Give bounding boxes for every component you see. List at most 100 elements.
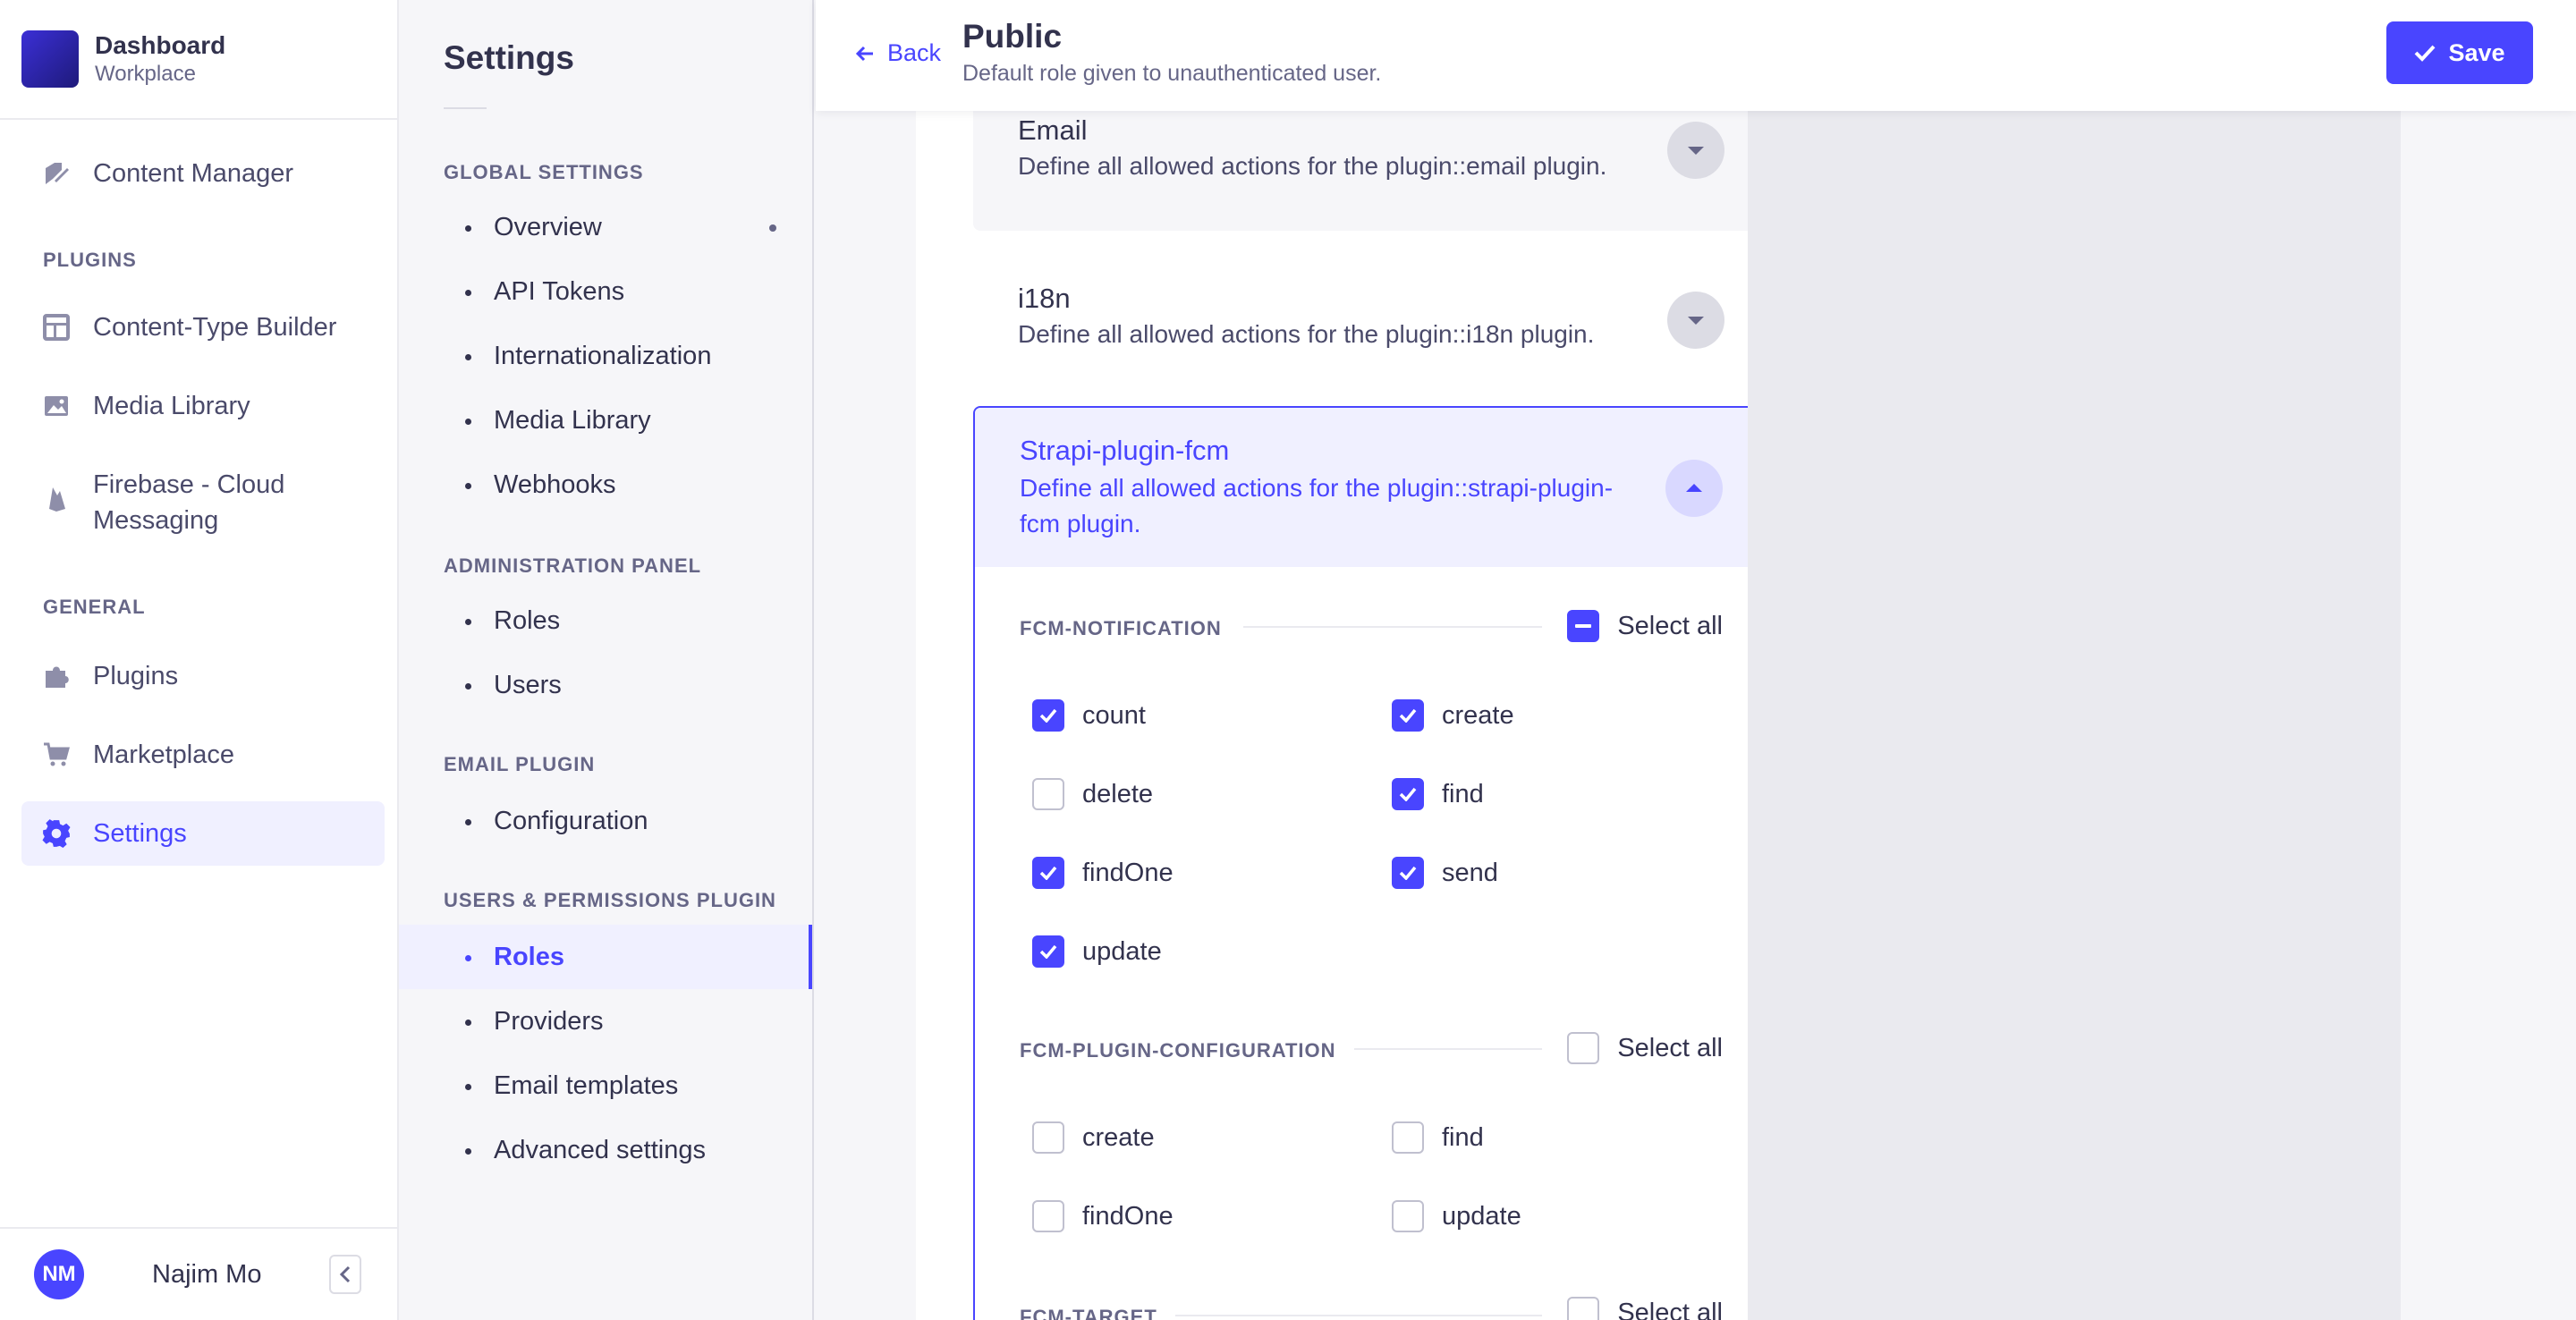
accordion-strapi-plugin-fcm[interactable]: Strapi-plugin-fcm Define all allowed act… (973, 406, 1767, 1320)
nav-label-line1: Firebase - Cloud (93, 470, 285, 499)
perm-notification-findone[interactable]: findOne (1032, 857, 1174, 889)
nav-firebase-cloud-messaging[interactable]: Firebase - Cloud Messaging (21, 461, 385, 551)
subnav-item-label: API Tokens (494, 276, 625, 306)
chevron-down-icon (1688, 317, 1704, 325)
permission-label: delete (1082, 779, 1154, 808)
back-label: Back (887, 39, 942, 66)
subnav-item-users[interactable]: Users (399, 653, 812, 717)
checkbox[interactable] (1032, 778, 1064, 810)
main-content: Email Define all allowed actions for the… (816, 0, 2576, 1320)
subnav-item-api-tokens[interactable]: API Tokens (399, 259, 812, 324)
permission-label: send (1442, 858, 1498, 887)
perm-config-update[interactable]: update (1392, 1200, 1521, 1232)
nav-label: Media Library (93, 391, 250, 420)
nav-content-type-builder[interactable]: Content-Type Builder (21, 295, 385, 360)
nav-label: Plugins (93, 661, 179, 690)
select-all-notification[interactable]: Select all (1567, 610, 1723, 642)
perm-notification-update[interactable]: update (1032, 935, 1162, 968)
subnav-item-up-roles[interactable]: Roles (399, 925, 812, 989)
subnav-item-label: Users (494, 670, 562, 699)
subnav-item-advanced-settings[interactable]: Advanced settings (399, 1118, 812, 1182)
nav-media-library[interactable]: Media Library (21, 374, 385, 438)
subnav-item-label: Roles (494, 605, 561, 635)
checkbox[interactable] (1392, 1121, 1424, 1154)
perm-config-create[interactable]: create (1032, 1121, 1155, 1154)
perm-config-find[interactable]: find (1392, 1121, 1484, 1154)
permission-label: findOne (1082, 858, 1174, 887)
divider (1175, 1315, 1542, 1316)
permission-label: update (1082, 936, 1162, 966)
subnav-item-label: Configuration (494, 806, 648, 835)
collapse-fcm-button[interactable] (1665, 460, 1723, 517)
email-plugin-section: EMAIL PLUGIN (444, 753, 596, 775)
expand-i18n-button[interactable] (1667, 292, 1724, 349)
subnav-item-label: Internationalization (494, 341, 712, 370)
indeterminate-checkbox[interactable] (1567, 610, 1600, 642)
nav-content-manager[interactable]: Content Manager (21, 141, 385, 206)
select-all-label: Select all (1617, 1298, 1723, 1320)
permission-label: create (1082, 1122, 1155, 1152)
save-button[interactable]: Save (2386, 21, 2533, 84)
nav-marketplace[interactable]: Marketplace (21, 723, 385, 787)
chevron-up-icon (1686, 484, 1702, 492)
subnav-item-overview[interactable]: Overview (399, 195, 812, 259)
perm-notification-create[interactable]: create (1392, 699, 1514, 732)
brand-title: Dashboard (95, 31, 226, 59)
checkbox[interactable] (1392, 857, 1424, 889)
checkbox[interactable] (1567, 1032, 1600, 1064)
select-all-target[interactable]: Select all (1567, 1297, 1723, 1320)
subnav-item-providers[interactable]: Providers (399, 989, 812, 1053)
nav-plugins[interactable]: Plugins (21, 644, 385, 708)
checkbox[interactable] (1392, 1200, 1424, 1232)
subnav-item-roles[interactable]: Roles (399, 588, 812, 653)
subnav-item-configuration[interactable]: Configuration (399, 789, 812, 853)
user-footer: NM Najim Mo (0, 1227, 397, 1320)
collapse-nav-button[interactable] (329, 1255, 361, 1294)
accordion-title: Strapi-plugin-fcm (1020, 435, 1230, 466)
main-navigation: Dashboard Workplace Content Manager PLUG… (0, 0, 399, 1320)
back-link[interactable]: Back (855, 39, 941, 67)
accordion-i18n[interactable]: i18n Define all allowed actions for the … (973, 250, 1767, 393)
perm-notification-find[interactable]: find (1392, 778, 1484, 810)
settings-subnav: Settings GLOBAL SETTINGS Overview API To… (399, 0, 814, 1320)
avatar[interactable]: NM (34, 1249, 84, 1299)
brand-subtitle: Workplace (95, 62, 196, 86)
checkbox[interactable] (1392, 778, 1424, 810)
checkbox[interactable] (1032, 1121, 1064, 1154)
puzzle-icon (41, 661, 72, 691)
perm-config-findone[interactable]: findOne (1032, 1200, 1174, 1232)
permissions-panel: Email Define all allowed actions for the… (916, 0, 1767, 1320)
page-subtitle: Default role given to unauthenticated us… (962, 61, 1382, 86)
user-name[interactable]: Najim Mo (152, 1260, 261, 1290)
checkbox[interactable] (1032, 935, 1064, 968)
checkbox[interactable] (1032, 699, 1064, 732)
nav-label: Content Manager (93, 158, 294, 188)
checkbox[interactable] (1567, 1297, 1600, 1320)
expand-email-button[interactable] (1667, 122, 1724, 179)
nav-label: Settings (93, 818, 187, 848)
subnav-item-internationalization[interactable]: Internationalization (399, 324, 812, 388)
perm-notification-send[interactable]: send (1392, 857, 1498, 889)
cart-icon (41, 740, 72, 770)
perm-notification-count[interactable]: count (1032, 699, 1146, 732)
nav-settings[interactable]: Settings (21, 801, 385, 866)
save-label: Save (2448, 38, 2505, 66)
checkbox[interactable] (1032, 1200, 1064, 1232)
select-all-configuration[interactable]: Select all (1567, 1032, 1723, 1064)
subnav-item-label: Providers (494, 1006, 604, 1036)
subnav-item-media-library[interactable]: Media Library (399, 388, 812, 453)
page-title: Public (962, 18, 1063, 55)
group-title-fcm-target: FCM-TARGET (1020, 1306, 1157, 1320)
checkbox[interactable] (1032, 857, 1064, 889)
chevron-down-icon (1688, 147, 1704, 155)
plugins-section-title: PLUGINS (43, 249, 137, 271)
subnav-title: Settings (444, 39, 574, 76)
subnav-item-webhooks[interactable]: Webhooks (399, 453, 812, 517)
perm-notification-delete[interactable]: delete (1032, 778, 1153, 810)
arrow-left-icon (855, 46, 873, 61)
administration-panel-section: ADMINISTRATION PANEL (444, 554, 702, 577)
permission-label: find (1442, 779, 1484, 808)
subnav-item-label: Advanced settings (494, 1135, 706, 1164)
subnav-item-email-templates[interactable]: Email templates (399, 1053, 812, 1118)
checkbox[interactable] (1392, 699, 1424, 732)
